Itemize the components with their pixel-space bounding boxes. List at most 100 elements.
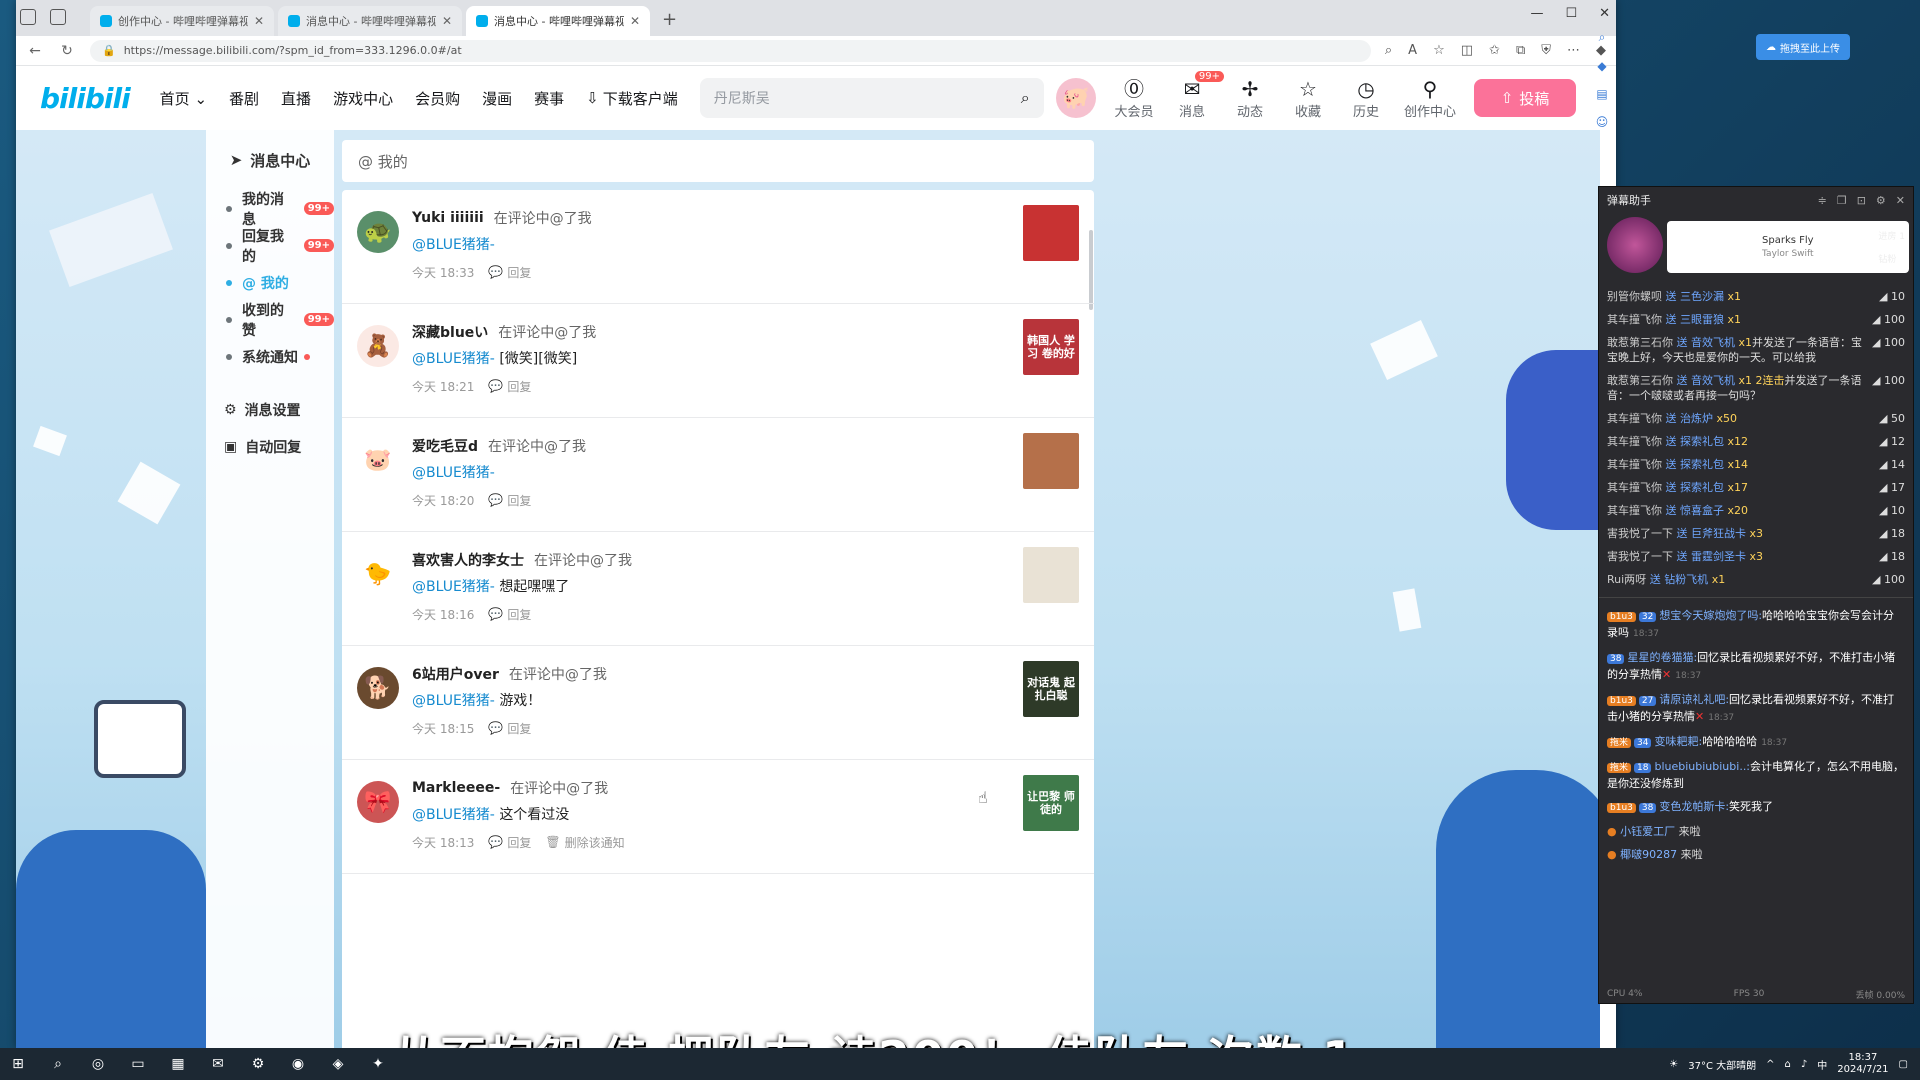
nav-game[interactable]: 游戏中心 <box>333 88 393 109</box>
obs-icon[interactable]: ◉ <box>288 1056 308 1072</box>
mention-content[interactable]: @BLUE猪猪- 这个看过没 <box>412 804 1094 824</box>
user-avatar[interactable]: 🐤 <box>357 553 399 595</box>
close-icon[interactable]: ✕ <box>1896 194 1905 207</box>
nav-manga[interactable]: 漫画 <box>482 88 512 109</box>
user-avatar[interactable]: 🐖 <box>1056 78 1096 118</box>
store-icon[interactable]: ▦ <box>168 1056 188 1072</box>
refresh-button[interactable]: ↻ <box>58 43 76 59</box>
lock-icon[interactable]: ⊡ <box>1857 194 1866 207</box>
edge-icon[interactable]: ◎ <box>88 1056 108 1072</box>
settings-icon[interactable]: ⚙ <box>1876 194 1886 207</box>
mention-content[interactable]: @BLUE猪猪- 游戏！ <box>412 690 1094 710</box>
video-thumbnail[interactable]: 韩国人 学习 卷的好 <box>1023 319 1079 375</box>
favorite-icon[interactable]: ☆ <box>1433 43 1445 58</box>
mention-content[interactable]: @BLUE猪猪- 想起嘿嘿了 <box>412 576 1094 596</box>
reply-button[interactable]: 💬 回复 <box>488 720 531 737</box>
tag-icon[interactable]: ◆ <box>1597 59 1606 73</box>
sidebar-item-system[interactable]: 系统通知 <box>206 338 334 375</box>
split-screen-icon[interactable]: ◫ <box>1461 43 1473 58</box>
reply-button[interactable]: 💬 回复 <box>488 834 531 851</box>
user-avatar[interactable]: 🐢 <box>357 211 399 253</box>
briefcase-icon[interactable]: ▤ <box>1596 87 1607 101</box>
user-avatar[interactable]: 🎀 <box>357 781 399 823</box>
mention-content[interactable]: @BLUE猪猪- [微笑][微笑] <box>412 348 1094 368</box>
user-avatar[interactable]: 🧸 <box>357 325 399 367</box>
mention-item[interactable]: 🧸 深藏blueい 在评论中@了我 @BLUE猪猪- [微笑][微笑] 今天 18… <box>342 304 1094 418</box>
close-tab-icon[interactable]: ✕ <box>442 14 452 28</box>
user-icon[interactable]: ☺ <box>1596 115 1609 129</box>
mention-item[interactable]: 🐢 Yuki iiiiiii 在评论中@了我 @BLUE猪猪- 今天 18:33 💬… <box>342 190 1094 304</box>
header-creator[interactable]: ⚲ 创作中心 <box>1404 77 1456 120</box>
header-history[interactable]: ◷ 历史 <box>1346 77 1386 120</box>
reply-button[interactable]: 💬 回复 <box>488 264 531 281</box>
user-avatar[interactable]: 🐷 <box>357 439 399 481</box>
upload-button[interactable]: ⇧ 投稿 <box>1474 79 1576 117</box>
wechat-icon[interactable]: ✦ <box>368 1056 388 1072</box>
search-icon[interactable]: ⌕ <box>48 1056 68 1072</box>
close-window-button[interactable]: ✕ <box>1599 6 1610 21</box>
filter-icon[interactable]: ≑ <box>1818 194 1827 207</box>
zoom-icon[interactable]: ⌕ <box>1385 43 1392 58</box>
app-icon[interactable]: ◈ <box>328 1056 348 1072</box>
video-thumbnail[interactable] <box>1023 205 1079 261</box>
nav-live[interactable]: 直播 <box>281 88 311 109</box>
sidebar-item-replies[interactable]: 回复我的 99+ <box>206 227 334 265</box>
mention-item[interactable]: 🐤 喜欢害人的李女士 在评论中@了我 @BLUE猪猪- 想起嘿嘿了 今天 18:1… <box>342 532 1094 646</box>
video-thumbnail[interactable] <box>1023 547 1079 603</box>
mention-content[interactable]: @BLUE猪猪- <box>412 234 1094 254</box>
sidebar-item-at-me[interactable]: @ 我的 <box>206 264 334 301</box>
extension-icon[interactable]: ⛨ <box>1541 43 1551 58</box>
mention-item[interactable]: 🐕 6站用户over 在评论中@了我 @BLUE猪猪- 游戏！ 今天 18:15 💬… <box>342 646 1094 760</box>
header-vip[interactable]: ⓪ 大会员 <box>1114 77 1154 120</box>
browser-tab-2[interactable]: 消息中心 - 哔哩哔哩弹幕视频网✕ <box>278 6 462 36</box>
header-message[interactable]: ✉ 99+ 消息 <box>1172 70 1224 120</box>
header-dynamic[interactable]: ✢ 动态 <box>1230 77 1270 120</box>
browser-tab-1[interactable]: 创作中心 - 哔哩哔哩弹幕视频网✕ <box>90 6 274 36</box>
tab-enter-room[interactable]: 进房 1 <box>1878 229 1905 242</box>
sidebar-item-my-messages[interactable]: 我的消息 99+ <box>206 190 334 228</box>
sidebar-item-auto-reply[interactable]: ▣ 自动回复 <box>206 428 334 465</box>
mention-username[interactable]: 6站用户over <box>412 664 499 684</box>
collections-icon[interactable]: ⧉ <box>1516 43 1525 58</box>
sidebar-item-likes[interactable]: 收到的赞 99+ <box>206 301 334 339</box>
mention-username[interactable]: 喜欢害人的李女士 <box>412 550 524 570</box>
mention-item[interactable]: 🐷 爱吃毛豆d 在评论中@了我 @BLUE猪猪- 今天 18:20 💬 回复 <box>342 418 1094 532</box>
delete-notification-button[interactable]: 🗑 删除该通知 <box>545 834 624 851</box>
video-thumbnail[interactable]: 对话鬼 起扎白聪 <box>1023 661 1079 717</box>
steam-icon[interactable]: ⚙ <box>248 1056 268 1072</box>
favorites-icon[interactable]: ✩ <box>1489 43 1500 58</box>
browser-tab-3[interactable]: 消息中心 - 哔哩哔哩弹幕视频网✕ <box>466 6 650 36</box>
network-icon[interactable]: ⌂ <box>1785 1059 1791 1070</box>
nav-match[interactable]: 赛事 <box>534 88 564 109</box>
drag-upload-chip[interactable]: ☁ 拖拽至此上传 <box>1756 34 1850 60</box>
mention-username[interactable]: Yuki iiiiiii <box>412 210 484 226</box>
search-input[interactable]: 丹尼斯吴 ⌕ <box>699 78 1044 118</box>
folder-icon[interactable]: ▭ <box>128 1056 148 1072</box>
read-aloud-icon[interactable]: A <box>1408 43 1417 58</box>
bilibili-logo[interactable]: bilibili <box>40 82 131 115</box>
reply-button[interactable]: 💬 回复 <box>488 492 531 509</box>
new-tab-button[interactable]: + <box>662 9 677 30</box>
mention-username[interactable]: Markleeee- <box>412 780 500 796</box>
reply-button[interactable]: 💬 回复 <box>488 378 531 395</box>
tab-diamond-fans[interactable]: 钻粉 <box>1878 252 1905 265</box>
nav-mall[interactable]: 会员购 <box>415 88 460 109</box>
close-tab-icon[interactable]: ✕ <box>254 14 264 28</box>
clock[interactable]: 18:37 2024/7/21 <box>1837 1052 1888 1076</box>
tab-actions-icon[interactable] <box>50 9 66 25</box>
close-tab-icon[interactable]: ✕ <box>630 14 640 28</box>
reply-button[interactable]: 💬 回复 <box>488 606 531 623</box>
windows-start-icon[interactable]: ⊞ <box>8 1056 28 1072</box>
notification-icon[interactable]: ▢ <box>1899 1059 1908 1070</box>
search-icon[interactable]: ⌕ <box>1021 88 1030 108</box>
sidebar-item-settings[interactable]: ⚙ 消息设置 <box>206 391 334 428</box>
header-favorites[interactable]: ☆ 收藏 <box>1288 77 1328 120</box>
copy-icon[interactable]: ❐ <box>1837 194 1847 207</box>
video-thumbnail[interactable]: 让巴黎 师徒的 <box>1023 775 1079 831</box>
more-icon[interactable]: ⋯ <box>1567 43 1580 58</box>
mention-username[interactable]: 爱吃毛豆d <box>412 436 478 456</box>
mention-item[interactable]: 🎀 Markleeee- 在评论中@了我 @BLUE猪猪- 这个看过没 今天 18… <box>342 760 1094 874</box>
nav-bangumi[interactable]: 番剧 <box>229 88 259 109</box>
nav-home[interactable]: 首页 ⌄ <box>160 88 207 109</box>
minimize-button[interactable]: — <box>1530 6 1543 21</box>
